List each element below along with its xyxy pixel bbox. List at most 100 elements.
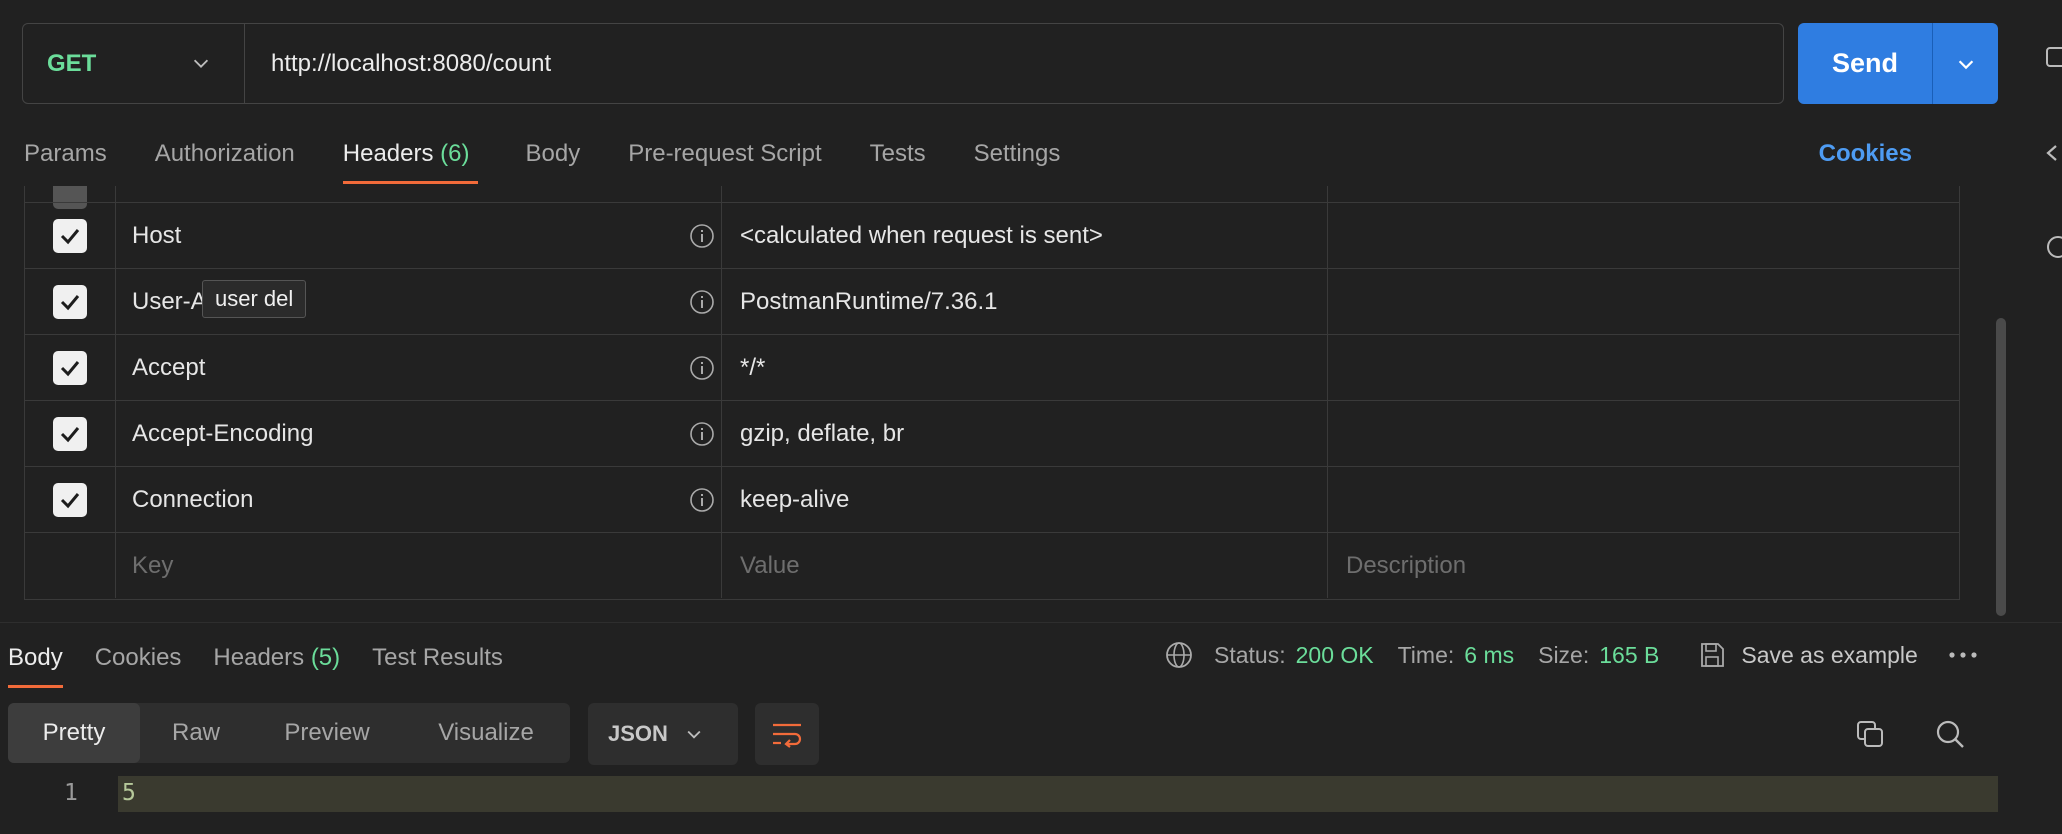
value-cell[interactable]: gzip, deflate, br — [722, 401, 1328, 466]
tab-label: Headers — [213, 644, 305, 671]
description-cell[interactable] — [1328, 203, 1959, 268]
postman-window: GET http://localhost:8080/count Send Par… — [0, 0, 2062, 834]
tab-label: Body — [525, 140, 581, 167]
info-icon[interactable] — [689, 421, 715, 447]
row-checkbox[interactable] — [53, 284, 87, 319]
description-cell[interactable] — [1328, 269, 1959, 334]
info-icon[interactable] — [689, 223, 715, 249]
checkbox-cell — [25, 335, 116, 400]
response-tab-headers[interactable]: Headers (5) — [213, 636, 340, 688]
new-description-input[interactable]: Description — [1328, 533, 1959, 598]
key-cell[interactable]: Accept — [116, 335, 722, 400]
time-value[interactable]: 6 ms — [1464, 642, 1514, 669]
header-key: Host — [132, 221, 182, 249]
table-row: User-A PostmanRuntime/7.36.1 — [25, 268, 1959, 334]
tab-body[interactable]: Body — [526, 128, 581, 184]
check-icon — [60, 492, 80, 508]
header-key: User-A — [132, 287, 207, 315]
globe-icon[interactable] — [1164, 640, 1194, 670]
search-icon[interactable] — [1934, 718, 1966, 750]
checkbox-cell — [25, 186, 116, 209]
tab-authorization[interactable]: Authorization — [155, 128, 295, 184]
response-tabs: Body Cookies Headers (5) Test Results — [0, 636, 535, 688]
headers-table: Host <calculated when request is sent> U… — [24, 186, 1960, 600]
key-cell[interactable]: Connection — [116, 467, 722, 532]
tab-label: Authorization — [154, 140, 295, 167]
request-tabs: Params Authorization Headers (6) Body Pr… — [0, 128, 2000, 184]
row-checkbox[interactable] — [53, 218, 87, 253]
view-visualize[interactable]: Visualize — [402, 703, 570, 763]
size-value[interactable]: 165 B — [1599, 642, 1659, 669]
send-options-button[interactable] — [1932, 23, 1998, 104]
row-checkbox[interactable] — [53, 482, 87, 517]
info-panel-icon[interactable] — [2044, 232, 2062, 262]
comment-icon[interactable] — [2044, 44, 2062, 74]
scrollbar[interactable] — [1996, 318, 2006, 616]
new-key-input[interactable]: Key — [116, 533, 722, 598]
tab-label: Settings — [973, 140, 1061, 167]
size-label: Size: — [1538, 641, 1590, 668]
status-value[interactable]: 200 OK — [1296, 642, 1374, 669]
line-highlight — [118, 776, 1998, 812]
description-cell[interactable] — [1328, 335, 1959, 400]
time-label: Time: — [1397, 641, 1455, 668]
table-row: Accept */* — [25, 334, 1959, 400]
view-raw[interactable]: Raw — [140, 703, 252, 763]
value-cell[interactable] — [722, 186, 1328, 202]
description-cell[interactable] — [1328, 186, 1959, 202]
tab-settings[interactable]: Settings — [974, 128, 1061, 184]
table-row: Accept-Encoding gzip, deflate, br — [25, 400, 1959, 466]
value-cell[interactable]: PostmanRuntime/7.36.1 — [722, 269, 1328, 334]
value-cell[interactable]: */* — [722, 335, 1328, 400]
code-text[interactable]: 5 — [122, 780, 136, 806]
tab-headers[interactable]: Headers (6) — [342, 128, 478, 184]
tab-pre-request-script[interactable]: Pre-request Script — [628, 128, 821, 184]
response-status-bar: Status: 200 OK Time: 6 ms Size: 165 B Sa… — [1164, 640, 1978, 670]
save-as-example-button[interactable]: Save as example — [1741, 642, 1917, 669]
description-cell[interactable] — [1328, 401, 1959, 466]
row-checkbox[interactable] — [53, 416, 87, 451]
tab-tests[interactable]: Tests — [870, 128, 926, 184]
info-icon[interactable] — [689, 289, 715, 315]
info-icon[interactable] — [689, 355, 715, 381]
method-select[interactable]: GET — [23, 24, 245, 103]
copy-icon[interactable] — [1854, 718, 1886, 750]
more-options-icon[interactable] — [1948, 650, 1978, 660]
header-key: Accept — [132, 353, 206, 381]
key-cell[interactable]: Host — [116, 203, 722, 268]
key-cell[interactable]: Accept-Encoding — [116, 401, 722, 466]
method-label: GET — [47, 49, 97, 77]
chevron-down-icon — [687, 730, 701, 739]
format-select[interactable]: JSON — [588, 703, 738, 765]
header-value: */* — [740, 353, 766, 381]
code-line: 1 5 — [0, 776, 2000, 812]
divider — [0, 622, 2062, 623]
checkbox-cell — [25, 269, 116, 334]
key-cell[interactable] — [116, 186, 722, 202]
url-input[interactable]: http://localhost:8080/count — [245, 24, 1783, 103]
value-cell[interactable]: <calculated when request is sent> — [722, 203, 1328, 268]
response-tab-test-results[interactable]: Test Results — [372, 636, 503, 688]
view-pretty[interactable]: Pretty — [8, 703, 140, 763]
response-tab-cookies[interactable]: Cookies — [95, 636, 182, 688]
cookies-link[interactable]: Cookies — [1819, 140, 1912, 168]
value-cell[interactable]: keep-alive — [722, 467, 1328, 532]
tab-params[interactable]: Params — [24, 128, 107, 184]
new-value-input[interactable]: Value — [722, 533, 1328, 598]
checkbox-cell — [25, 467, 116, 532]
line-number: 1 — [64, 780, 78, 806]
response-tab-body[interactable]: Body — [8, 636, 63, 688]
word-wrap-button[interactable] — [755, 703, 819, 765]
tab-label: Params — [24, 140, 107, 167]
description-cell[interactable] — [1328, 467, 1959, 532]
checkbox-cell — [25, 401, 116, 466]
send-button[interactable]: Send — [1798, 23, 1932, 104]
tab-count-badge: (5) — [310, 644, 341, 671]
chevron-down-icon — [193, 59, 209, 68]
code-icon[interactable] — [2044, 138, 2062, 168]
info-icon[interactable] — [689, 487, 715, 513]
view-preview[interactable]: Preview — [252, 703, 402, 763]
row-checkbox[interactable] — [53, 350, 87, 385]
table-row — [25, 186, 1959, 209]
tab-label: Cookies — [94, 644, 182, 671]
